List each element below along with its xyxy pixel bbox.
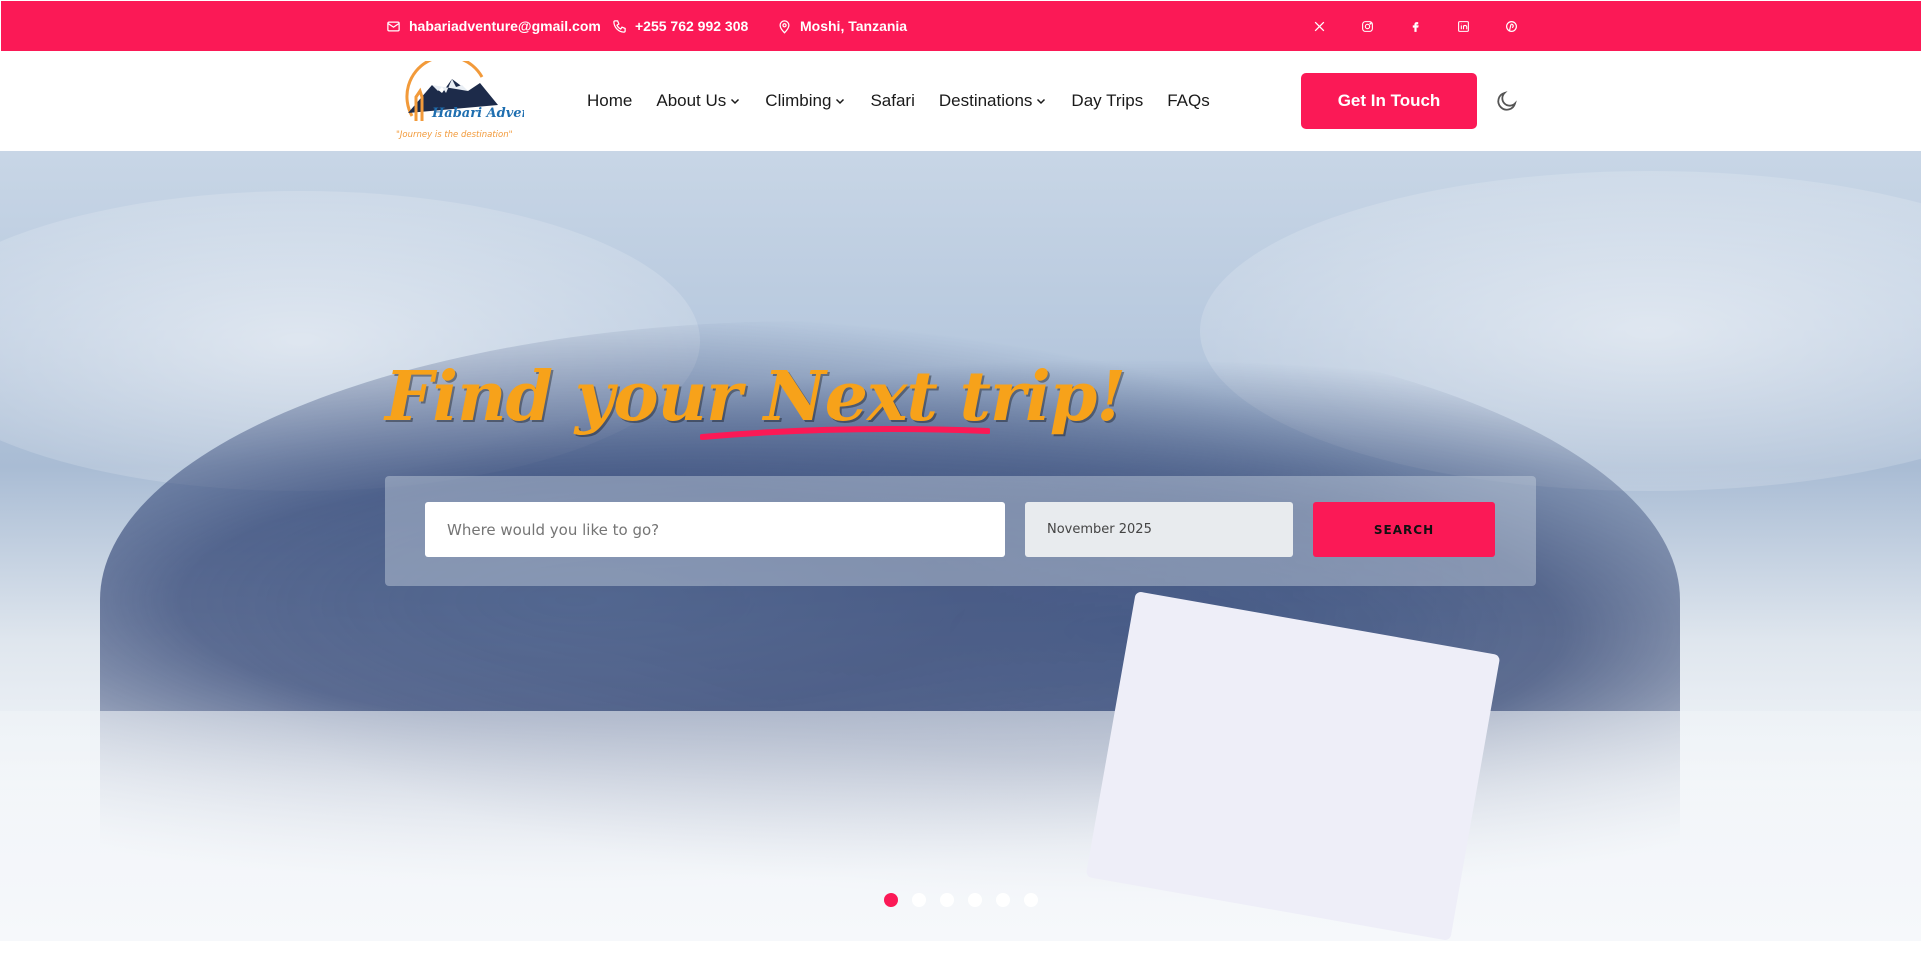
nav-destinations-label: Destinations — [938, 91, 1033, 110]
destination-search-input[interactable] — [425, 502, 1005, 557]
search-button[interactable]: SEARCH — [1313, 502, 1495, 557]
facebook-icon[interactable] — [1405, 16, 1425, 36]
instagram-icon[interactable] — [1357, 16, 1377, 36]
map-pin-icon — [779, 19, 790, 34]
slide-dot-5[interactable] — [996, 893, 1010, 907]
nav-safari-label: Safari — [870, 91, 915, 110]
nav-about-us-label: About Us — [656, 91, 727, 110]
location-text: Moshi, Tanzania — [800, 18, 908, 34]
email-contact[interactable]: habariadventure@gmail.com — [386, 1, 601, 51]
primary-menu: Home About Us Climbing Safari Destinatio… — [587, 51, 1210, 151]
get-in-touch-button[interactable]: Get In Touch — [1301, 73, 1477, 129]
moon-icon[interactable] — [1495, 89, 1519, 113]
mail-icon — [387, 21, 400, 31]
phone-text: +255 762 992 308 — [635, 18, 749, 34]
headline-underline-decoration — [700, 426, 990, 440]
slide-dot-3[interactable] — [940, 893, 954, 907]
slide-dot-6[interactable] — [1024, 893, 1038, 907]
svg-text:"Journey is the destination": "Journey is the destination" — [396, 130, 513, 140]
nav-day-trips[interactable]: Day Trips — [1071, 91, 1143, 111]
phone-icon — [613, 19, 626, 33]
location-contact[interactable]: Moshi, Tanzania — [777, 1, 907, 51]
site-logo[interactable]: Habari Adventure "Journey is the destina… — [394, 54, 562, 143]
slide-dot-4[interactable] — [968, 893, 982, 907]
nav-faqs-label: FAQs — [1167, 91, 1210, 110]
hero-slider: Find your Next trip! SEARCH — [0, 151, 1921, 941]
chevron-down-icon — [1037, 98, 1046, 105]
linkedin-icon[interactable] — [1453, 16, 1473, 36]
chevron-down-icon — [836, 98, 845, 105]
nav-climbing[interactable]: Climbing — [765, 91, 846, 111]
nav-about-us[interactable]: About Us — [656, 91, 741, 111]
x-icon[interactable] — [1309, 16, 1329, 36]
phone-contact[interactable]: +255 762 992 308 — [612, 1, 748, 51]
date-select-input[interactable] — [1025, 502, 1293, 557]
slide-dot-2[interactable] — [912, 893, 926, 907]
chevron-down-icon — [731, 98, 740, 105]
trip-search-panel: SEARCH — [385, 476, 1536, 586]
pinterest-icon[interactable] — [1501, 16, 1521, 36]
slider-pagination — [884, 893, 1038, 907]
main-navbar: Habari Adventure "Journey is the destina… — [1, 51, 1921, 151]
nav-home-label: Home — [587, 91, 633, 110]
top-bar: habariadventure@gmail.com +255 762 992 3… — [1, 1, 1921, 51]
social-links — [1309, 1, 1521, 51]
nav-day-trips-label: Day Trips — [1071, 91, 1144, 110]
nav-safari[interactable]: Safari — [870, 91, 914, 111]
habari-adventure-logo: Habari Adventure "Journey is the destina… — [396, 54, 562, 140]
page-bottom-edge — [0, 941, 1921, 959]
nav-faqs[interactable]: FAQs — [1167, 91, 1210, 111]
svg-text:Habari Adventure: Habari Adventure — [431, 106, 524, 121]
nav-home[interactable]: Home — [587, 91, 632, 111]
nav-destinations[interactable]: Destinations — [939, 91, 1048, 111]
nav-climbing-label: Climbing — [765, 91, 832, 110]
slide-dot-1[interactable] — [884, 893, 898, 907]
email-text: habariadventure@gmail.com — [409, 18, 601, 34]
